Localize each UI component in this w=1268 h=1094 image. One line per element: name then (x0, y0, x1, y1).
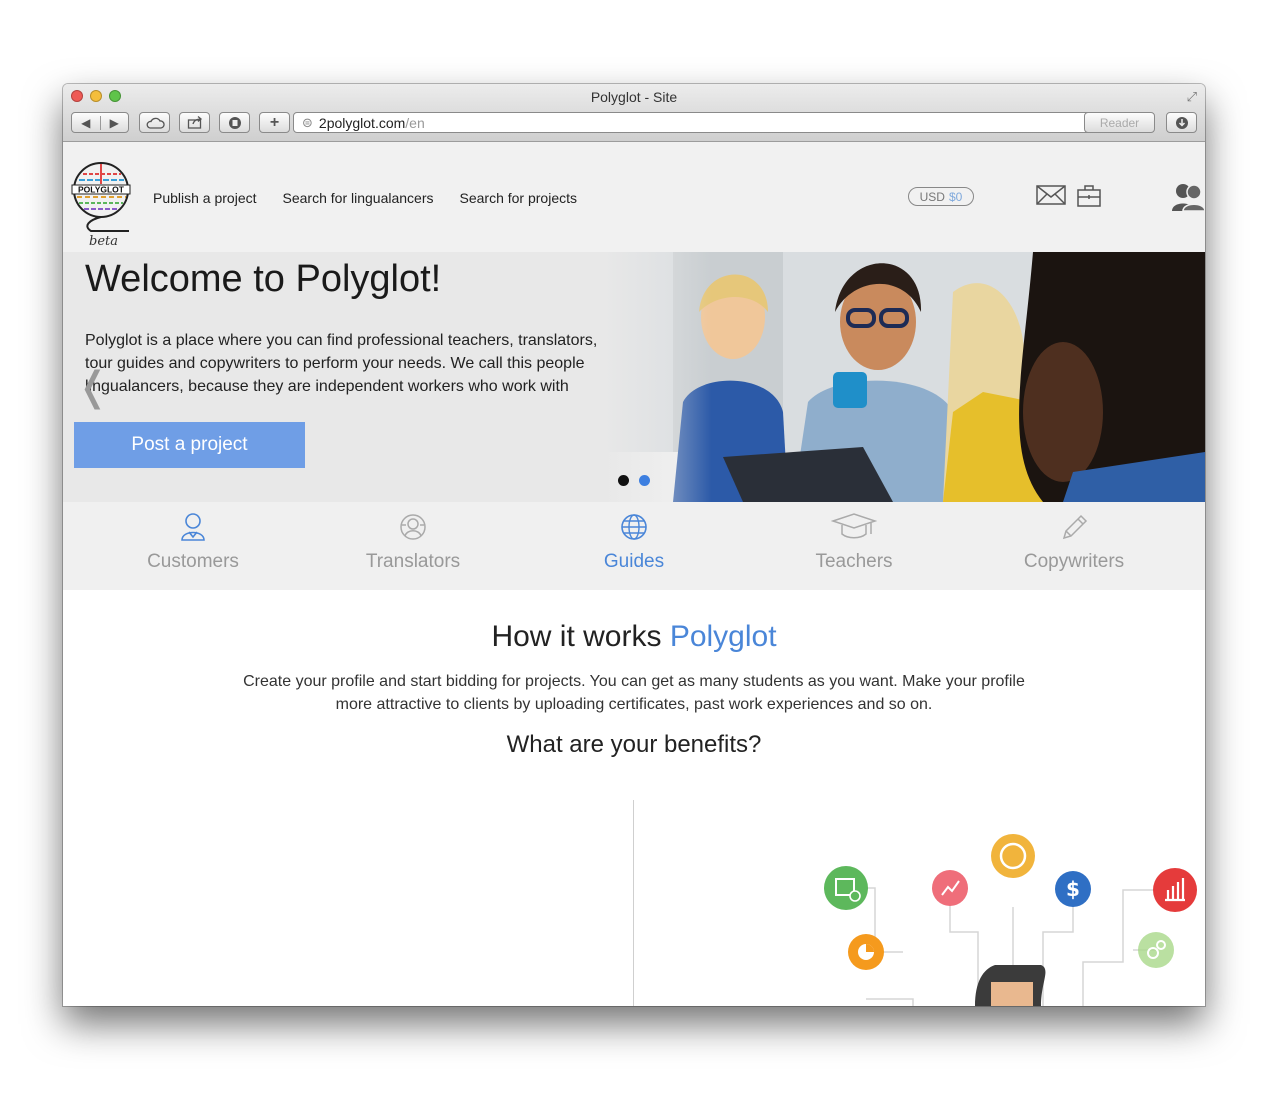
how-it-works-description: Create your profile and start bidding fo… (243, 673, 1025, 713)
browser-window: Polyglot - Site ⤢ ◀ ▶ + ⊜ 2polyglot.com … (63, 84, 1205, 1006)
mail-icon[interactable] (1036, 184, 1066, 206)
pie-chart-icon (848, 934, 884, 970)
tab-label: Guides (603, 551, 665, 572)
cloud-icon (146, 117, 165, 129)
benefits-illustration: $ (824, 834, 1197, 1006)
reader-button[interactable]: Reader (1084, 112, 1155, 133)
users-icon[interactable] (1171, 182, 1205, 212)
hero-photo (603, 252, 1205, 502)
beta-label: beta (89, 234, 118, 249)
person-illustration-icon (975, 965, 1046, 1006)
slider-prev-arrow-icon[interactable]: ❬ (76, 364, 110, 410)
how-title-prefix: How it works (491, 620, 662, 653)
hero-title: Welcome to Polyglot! (85, 258, 442, 300)
how-it-works-title: How it works Polyglot (63, 620, 1205, 654)
back-icon[interactable]: ◀ (72, 115, 101, 130)
tab-label: Translators (365, 551, 461, 572)
slider-dot-1[interactable] (618, 475, 629, 486)
slider-dots (618, 475, 650, 486)
hero-slider: Welcome to Polyglot! Polyglot is a place… (63, 252, 1205, 502)
downloads-button[interactable] (1166, 112, 1197, 133)
main-nav: Publish a project Search for lingualance… (153, 190, 577, 206)
balance-badge[interactable]: USD $0 (908, 187, 974, 206)
calendar-icon (824, 866, 868, 910)
tab-teachers[interactable]: Teachers (740, 502, 968, 590)
translator-icon (400, 514, 426, 540)
dollar-icon: $ (1055, 871, 1091, 907)
slider-dot-2[interactable] (639, 475, 650, 486)
graduation-cap-icon (830, 513, 878, 539)
url-host: 2polyglot.com (318, 114, 406, 131)
nav-search-lingualancers[interactable]: Search for lingualancers (283, 190, 434, 206)
share-button[interactable] (179, 112, 210, 133)
window-title: Polyglot - Site (590, 89, 678, 105)
tab-translators[interactable]: Translators (299, 502, 527, 590)
section-divider (633, 800, 634, 1006)
logo-text: POLYGLOT (78, 185, 125, 195)
site-favicon-icon: ⊜ (302, 114, 313, 130)
tab-label: Teachers (815, 551, 893, 572)
how-title-brand: Polyglot (669, 620, 777, 653)
tab-copywriters[interactable]: Copywriters (960, 502, 1188, 590)
new-tab-button[interactable]: + (259, 112, 290, 133)
forward-icon[interactable]: ▶ (101, 116, 129, 130)
fullscreen-icon[interactable]: ⤢ (1187, 89, 1197, 105)
world-icon (991, 834, 1035, 878)
hero-description: Polyglot is a place where you can find p… (85, 332, 598, 395)
pen-icon (1062, 514, 1088, 540)
extension-button[interactable] (219, 112, 250, 133)
globe-icon (621, 514, 647, 540)
tab-guides[interactable]: Guides (520, 502, 748, 590)
page-content: POLYGLOT beta Publish a project Search f… (63, 142, 1205, 1006)
currency-label: USD (919, 189, 945, 204)
icloud-tabs-button[interactable] (139, 112, 170, 133)
tab-customers[interactable]: Customers (79, 502, 307, 590)
stop-icon (228, 116, 241, 129)
category-tabs: Customers Translators Guides Teachers Co… (63, 502, 1205, 590)
address-bar[interactable]: ⊜ 2polyglot.com /en ↻ (293, 112, 1115, 133)
back-forward-buttons: ◀ ▶ (71, 112, 129, 133)
nav-publish-project[interactable]: Publish a project (153, 190, 257, 206)
logo-globe-icon: POLYGLOT (71, 162, 131, 232)
post-project-button[interactable]: Post a project (74, 422, 305, 468)
download-icon (1175, 116, 1188, 129)
polyglot-logo[interactable]: POLYGLOT beta (71, 160, 131, 249)
benefits-heading: What are your benefits? (506, 731, 762, 758)
svg-text:$: $ (1066, 877, 1080, 901)
briefcase-icon[interactable] (1076, 184, 1102, 208)
gears-icon (1138, 932, 1174, 968)
balance-amount: $0 (948, 189, 963, 204)
url-path: /en (405, 114, 425, 131)
tab-label: Customers (147, 551, 239, 572)
tab-label: Copywriters (1023, 551, 1125, 572)
site-header: POLYGLOT beta Publish a project Search f… (63, 142, 1205, 252)
nav-search-projects[interactable]: Search for projects (460, 190, 578, 206)
bar-chart-icon (1153, 868, 1197, 912)
plus-icon: + (269, 113, 280, 131)
share-icon (187, 116, 202, 129)
user-icon (181, 513, 205, 541)
browser-toolbar: Polyglot - Site ⤢ ◀ ▶ + ⊜ 2polyglot.com … (63, 84, 1205, 142)
chart-up-icon (932, 870, 968, 906)
